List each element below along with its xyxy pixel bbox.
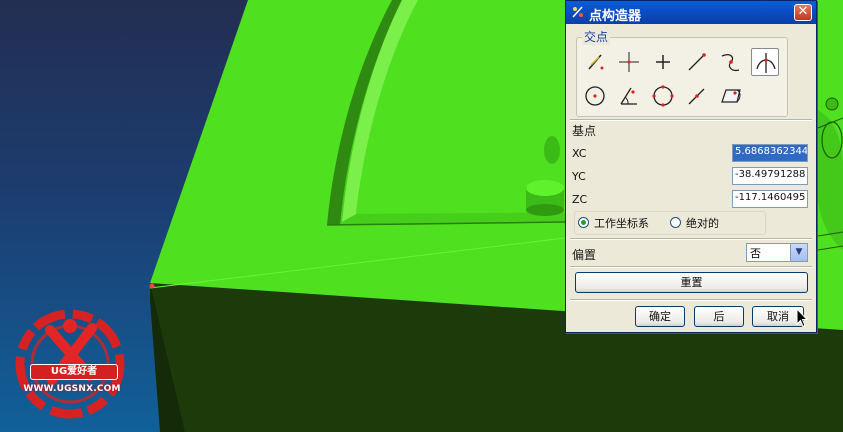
back-button[interactable]: 后: [694, 306, 744, 327]
absolute-radio-label[interactable]: 绝对的: [686, 215, 719, 231]
yc-label: YC: [572, 170, 586, 183]
dialog-title: 点构造器: [589, 9, 642, 24]
wcs-radio-label[interactable]: 工作坐标系: [594, 215, 649, 231]
separator: [570, 119, 812, 121]
arc-center-icon[interactable]: [581, 82, 609, 110]
quadrant-point-icon[interactable]: [649, 82, 677, 110]
boss-cylinder-back: [544, 136, 560, 164]
boss-cylinder: [526, 180, 564, 216]
zc-label: ZC: [572, 193, 588, 206]
point-on-surface-icon[interactable]: [717, 82, 745, 110]
intersection-point-icon[interactable]: [751, 48, 779, 76]
intersection-group-label: 交点: [582, 28, 611, 45]
xc-field[interactable]: 5.6868362344: [732, 144, 808, 162]
chevron-down-icon[interactable]: ▼: [790, 244, 807, 261]
wcs-radio[interactable]: [578, 217, 589, 228]
watermark-url: WWW.UGSNX.COM: [23, 384, 121, 394]
yc-field[interactable]: -38.49791288: [732, 167, 808, 185]
zc-field[interactable]: -117.1460495: [732, 190, 808, 208]
mouse-cursor-icon: [796, 308, 808, 328]
offset-dropdown[interactable]: 否 ▼: [746, 243, 808, 262]
watermark-brand: UG爱好者: [30, 364, 118, 380]
offset-label: 偏置: [572, 248, 597, 262]
base-point-label: 基点: [572, 124, 597, 138]
xc-label: XC: [572, 147, 587, 160]
separator: [570, 299, 812, 301]
reset-button[interactable]: 重置: [575, 272, 808, 293]
separator: [570, 266, 812, 268]
point-constructor-icon: [572, 6, 583, 18]
ok-button[interactable]: 确定: [635, 306, 685, 327]
end-point-icon[interactable]: [683, 48, 711, 76]
angle-on-arc-icon[interactable]: [615, 82, 643, 110]
inferred-point-icon[interactable]: [581, 48, 609, 76]
dialog-titlebar[interactable]: 点构造器 ✕: [566, 1, 816, 24]
point-constructor-dialog: 点构造器 ✕ 交点 基点 XC 5.6868362344 YC -38.4979…: [565, 0, 817, 333]
existing-point-icon[interactable]: [649, 48, 677, 76]
control-point-icon[interactable]: [717, 48, 745, 76]
selection-marker: [149, 283, 155, 289]
offset-value: 否: [750, 247, 761, 260]
separator: [570, 238, 812, 240]
point-on-curve-icon[interactable]: [683, 82, 711, 110]
absolute-radio[interactable]: [670, 217, 681, 228]
cursor-location-icon[interactable]: [615, 48, 643, 76]
close-button[interactable]: ✕: [794, 4, 812, 21]
